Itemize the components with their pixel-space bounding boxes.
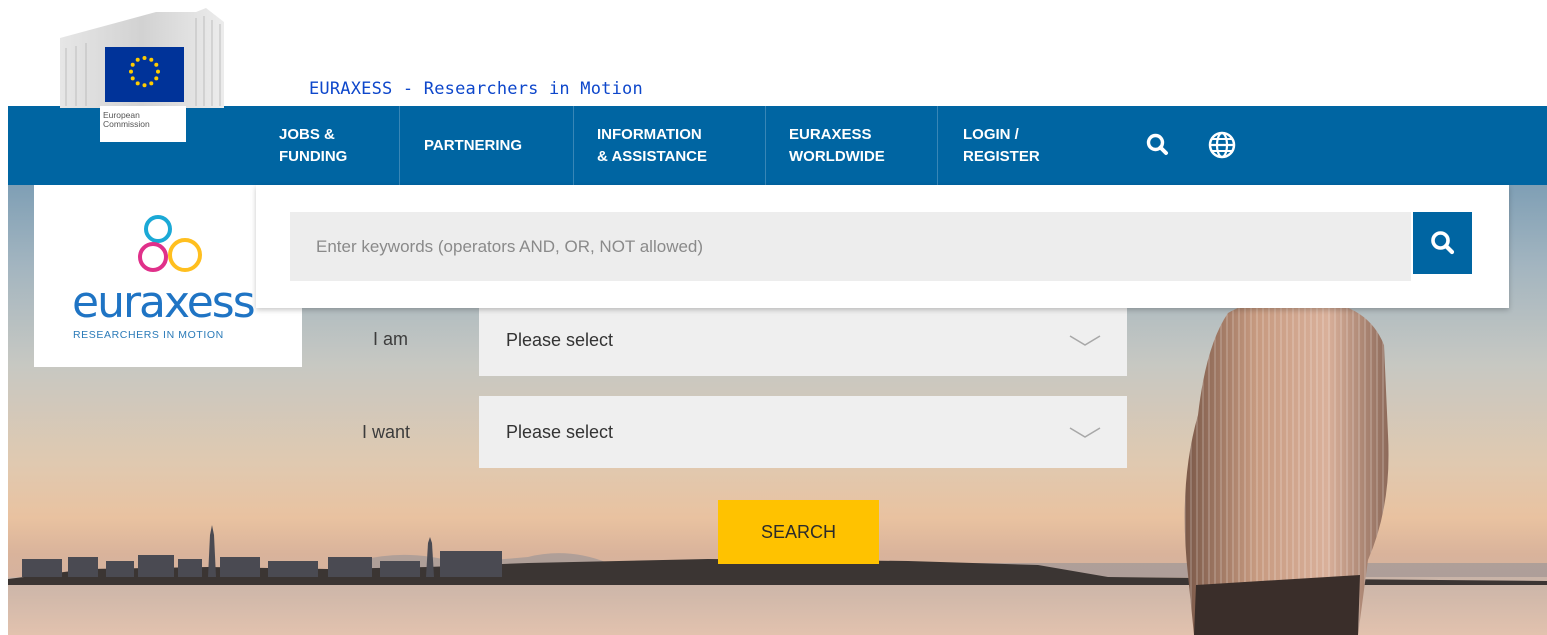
ec-caption-line2: Commission xyxy=(103,119,150,129)
nav-label: INFORMATION xyxy=(597,125,702,143)
i-am-select[interactable]: Please select xyxy=(479,304,1127,376)
keyword-search-button[interactable] xyxy=(1413,212,1472,274)
nav-information-assistance[interactable]: INFORMATION & ASSISTANCE xyxy=(597,106,707,185)
search-submit-label: SEARCH xyxy=(760,521,836,542)
nav-partnering[interactable]: PARTNERING xyxy=(424,106,522,185)
nav-divider xyxy=(573,106,574,185)
i-want-select-value: Please select xyxy=(506,422,614,442)
search-icon[interactable] xyxy=(1143,130,1173,160)
chevron-down-icon xyxy=(1069,335,1101,346)
nav-jobs-funding[interactable]: JOBS & FUNDING xyxy=(279,106,347,185)
i-want-label: I want xyxy=(362,422,411,442)
keyword-search-input[interactable] xyxy=(290,212,1411,281)
nav-label: LOGIN / xyxy=(963,125,1019,143)
search-icon xyxy=(1430,231,1454,255)
i-am-select-value: Please select xyxy=(506,330,614,350)
nav-divider xyxy=(937,106,938,185)
nav-label: REGISTER xyxy=(963,147,1040,165)
nav-label: FUNDING xyxy=(279,147,348,165)
euraxess-tagline: RESEARCHERS IN MOTION xyxy=(73,329,224,341)
i-am-label: I am xyxy=(373,329,409,349)
nav-divider xyxy=(765,106,766,185)
euraxess-wordmark: euraxess xyxy=(72,277,256,328)
nav-divider xyxy=(399,106,400,185)
nav-label: JOBS & xyxy=(279,125,335,143)
nav-label: EURAXESS xyxy=(789,125,872,143)
euraxess-rings-icon xyxy=(138,215,202,272)
keyword-search-panel xyxy=(256,185,1509,308)
globe-icon[interactable] xyxy=(1207,130,1237,160)
chevron-down-icon xyxy=(1069,427,1101,438)
site-title[interactable]: EURAXESS - Researchers in Motion xyxy=(309,79,643,99)
nav-label: PARTNERING xyxy=(424,136,523,154)
search-submit-button[interactable]: SEARCH xyxy=(718,500,879,564)
nav-euraxess-worldwide[interactable]: EURAXESS WORLDWIDE xyxy=(789,106,885,185)
nav-login-register[interactable]: LOGIN / REGISTER xyxy=(963,106,1040,185)
nav-label: & ASSISTANCE xyxy=(597,147,708,165)
european-commission-logo[interactable]: European Commission xyxy=(56,8,252,142)
i-want-select[interactable]: Please select xyxy=(479,396,1127,468)
nav-label: WORLDWIDE xyxy=(789,147,885,165)
